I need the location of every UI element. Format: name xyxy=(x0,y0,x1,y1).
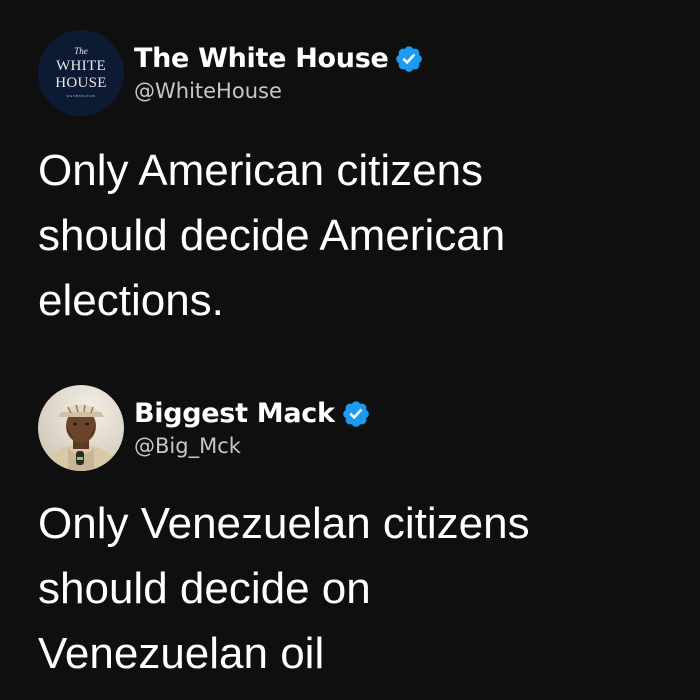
author-meta: Biggest Mack @Big_Mck xyxy=(134,398,371,458)
name-row: Biggest Mack xyxy=(134,398,371,429)
handle[interactable]: @Big_Mck xyxy=(134,434,371,458)
verified-badge-icon xyxy=(394,44,424,74)
display-name[interactable]: Biggest Mack xyxy=(134,398,335,429)
tweet-header: Biggest Mack @Big_Mck xyxy=(38,383,678,473)
tweet-white-house: The WHITE HOUSE WASHINGTON The White Hou… xyxy=(38,28,678,333)
tweet-text: Only American citizens should decide Ame… xyxy=(38,146,506,325)
display-name[interactable]: The White House xyxy=(134,43,389,74)
tweet-text: Only Venezuelan citizens should decide o… xyxy=(38,499,530,678)
tweet-header: The WHITE HOUSE WASHINGTON The White Hou… xyxy=(38,28,678,118)
avatar-seal-text: WHITE xyxy=(56,58,106,75)
avatar[interactable] xyxy=(38,385,124,471)
tweet-biggest-mack: Biggest Mack @Big_Mck Only Venezuelan ci… xyxy=(38,383,678,686)
author-meta: The White House @WhiteHouse xyxy=(134,43,424,103)
avatar[interactable]: The WHITE HOUSE WASHINGTON xyxy=(38,30,124,116)
verified-badge-icon xyxy=(341,399,371,429)
avatar-seal-text: HOUSE xyxy=(55,75,107,92)
avatar-seal-text: WASHINGTON xyxy=(66,94,96,99)
avatar-seal-text: The xyxy=(74,46,88,57)
handle[interactable]: @WhiteHouse xyxy=(134,79,424,103)
name-row: The White House xyxy=(134,43,424,74)
